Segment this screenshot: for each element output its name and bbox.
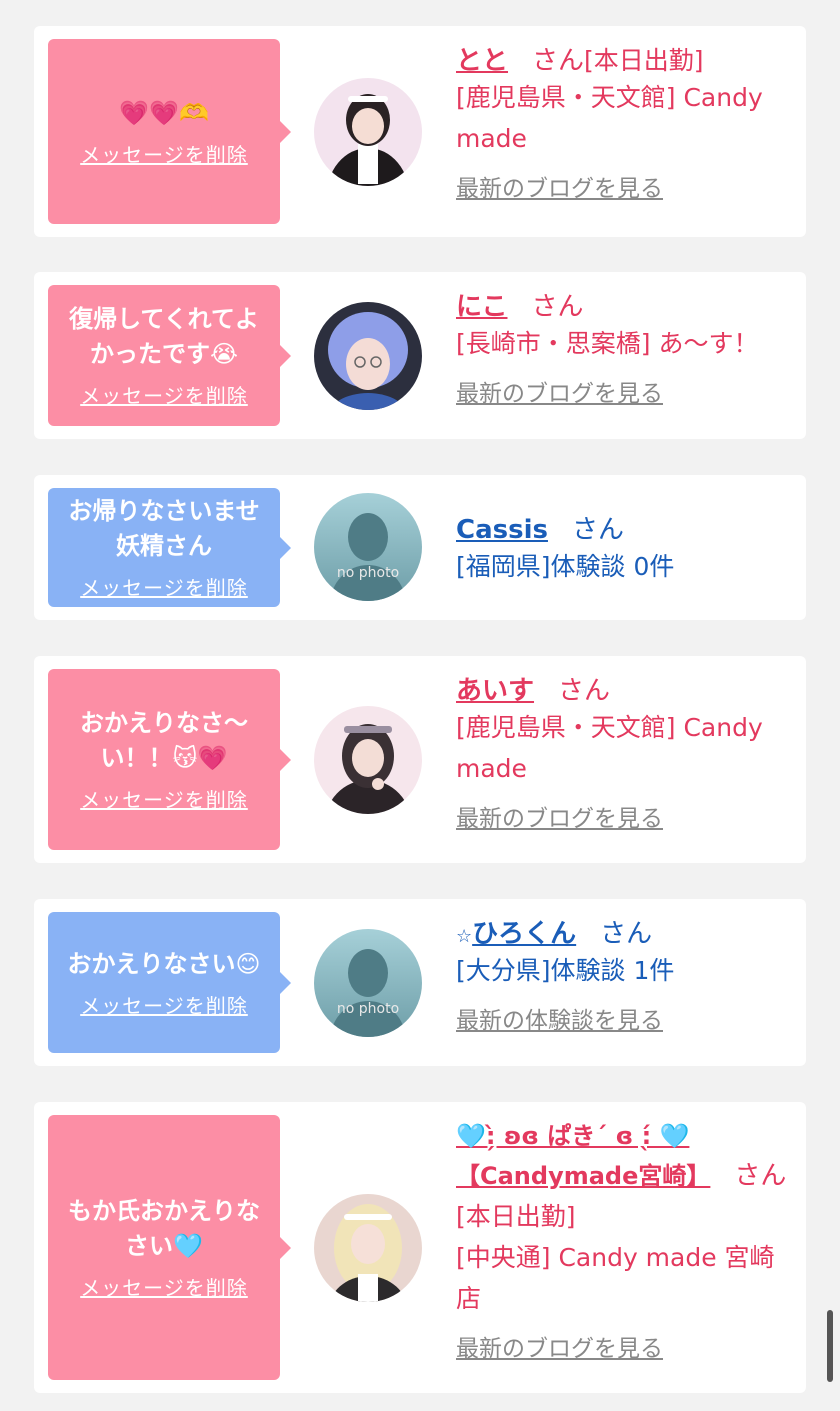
- honorific: さん: [531, 292, 584, 322]
- shop-info: [中央通] Candy made 宮崎: [456, 1243, 775, 1272]
- review-count: [福岡県]体験談 0件: [456, 552, 675, 581]
- delete-message-link[interactable]: メッセージを削除: [80, 990, 248, 1019]
- honorific: さん: [600, 919, 653, 949]
- message-bubble: もか氏おかえりな さい🩵 メッセージを削除: [48, 1115, 291, 1380]
- honorific: さん: [558, 676, 611, 706]
- avatar[interactable]: [314, 1194, 422, 1302]
- message-card: 💗💗🫶 メッセージを削除 とと さん[本日出勤] [鹿児島県・天文館] Candy…: [34, 26, 806, 237]
- user-name-link[interactable]: 🩵:̗̀ ʚɞ ぱきˊ ɞ :̖́ 🩵: [456, 1116, 796, 1151]
- status-tag: [本日出勤]: [456, 1202, 576, 1231]
- message-card: おかえりなさ〜 い！！😽💗 メッセージを削除 あいす さん [鹿児島県・天文館] …: [34, 656, 806, 863]
- no-photo-label: no photo: [336, 565, 400, 581]
- shop-info: made: [456, 124, 527, 153]
- latest-blog-link[interactable]: 最新のブログを見る: [456, 169, 663, 203]
- avatar[interactable]: [314, 706, 422, 814]
- delete-message-link[interactable]: メッセージを削除: [80, 572, 248, 601]
- message-bubble: おかえりなさい😊 メッセージを削除: [48, 912, 291, 1053]
- delete-message-link[interactable]: メッセージを削除: [80, 784, 248, 813]
- latest-blog-link[interactable]: 最新のブログを見る: [456, 1329, 663, 1363]
- star-prefix: ☆: [456, 926, 473, 947]
- delete-message-link[interactable]: メッセージを削除: [80, 139, 248, 168]
- message-card: おかえりなさい😊 メッセージを削除 no photo ☆ひろくん さん [大分県]…: [34, 899, 806, 1066]
- honorific: さん: [532, 46, 585, 76]
- user-name-link[interactable]: あいす: [456, 676, 534, 706]
- user-info: ☆ひろくん さん [大分県]体験談 1件 最新の体験談を見る: [456, 913, 796, 1035]
- no-photo-label: no photo: [336, 1001, 400, 1017]
- latest-blog-link[interactable]: 最新のブログを見る: [456, 799, 663, 833]
- delete-message-link[interactable]: メッセージを削除: [80, 1272, 248, 1301]
- message-text: 復帰してくれてよ かったです😭: [69, 305, 259, 368]
- user-name-link[interactable]: とと: [456, 46, 508, 76]
- scrollbar[interactable]: [827, 1310, 833, 1382]
- shop-info: [鹿児島県・天文館] Candy: [456, 713, 763, 742]
- honorific: さん: [571, 515, 624, 545]
- user-info: にこ さん [長崎市・思案橋] あ～す！ 最新のブログを見る: [456, 286, 796, 408]
- avatar[interactable]: [314, 78, 422, 186]
- shop-info: [鹿児島県・天文館] Candy: [456, 83, 763, 112]
- message-text: おかえりなさ〜 い！！😽💗: [80, 709, 248, 772]
- user-name-link[interactable]: 【Candymade宮崎】: [456, 1162, 710, 1190]
- message-bubble: お帰りなさいませ 妖精さん メッセージを削除: [48, 488, 291, 607]
- message-bubble: 💗💗🫶 メッセージを削除: [48, 39, 291, 224]
- status-tag: [本日出勤]: [584, 46, 704, 75]
- user-info: とと さん[本日出勤] [鹿児島県・天文館] Candy made 最新のブログを…: [456, 40, 796, 203]
- avatar[interactable]: no photo: [314, 929, 422, 1037]
- message-bubble: おかえりなさ〜 い！！😽💗 メッセージを削除: [48, 669, 291, 850]
- user-info: あいす さん [鹿児島県・天文館] Candy made 最新のブログを見る: [456, 670, 796, 833]
- shop-info: made: [456, 754, 527, 783]
- message-text: もか氏おかえりな さい🩵: [68, 1197, 260, 1260]
- honorific: さん: [734, 1161, 787, 1191]
- user-info: Cassis さん [福岡県]体験談 0件: [456, 509, 796, 587]
- avatar[interactable]: no photo: [314, 493, 422, 601]
- message-card: 復帰してくれてよ かったです😭 メッセージを削除 にこ さん [長崎市・思案橋] …: [34, 272, 806, 439]
- latest-review-link[interactable]: 最新の体験談を見る: [456, 1001, 663, 1035]
- user-name-link[interactable]: ひろくん: [472, 919, 576, 949]
- message-text: お帰りなさいませ 妖精さん: [68, 497, 260, 560]
- message-card: お帰りなさいませ 妖精さん メッセージを削除 no photo Cassis さん…: [34, 475, 806, 620]
- message-bubble: 復帰してくれてよ かったです😭 メッセージを削除: [48, 285, 291, 426]
- latest-blog-link[interactable]: 最新のブログを見る: [456, 374, 663, 408]
- shop-info: 店: [456, 1284, 482, 1313]
- shop-info: [長崎市・思案橋] あ～す！: [456, 329, 759, 358]
- review-count: [大分県]体験談 1件: [456, 956, 675, 985]
- message-text: おかえりなさい😊: [67, 949, 261, 978]
- avatar[interactable]: [314, 302, 422, 410]
- user-name-link[interactable]: にこ: [456, 292, 507, 322]
- user-info: 🩵:̗̀ ʚɞ ぱきˊ ɞ :̖́ 🩵 【Candymade宮崎】 さん [本日出…: [456, 1116, 796, 1363]
- message-text: 💗💗🫶: [119, 98, 209, 127]
- message-card: もか氏おかえりな さい🩵 メッセージを削除 🩵:̗̀ ʚɞ ぱきˊ ɞ :̖́ …: [34, 1102, 806, 1393]
- delete-message-link[interactable]: メッセージを削除: [80, 380, 248, 409]
- user-name-link[interactable]: Cassis: [456, 515, 548, 545]
